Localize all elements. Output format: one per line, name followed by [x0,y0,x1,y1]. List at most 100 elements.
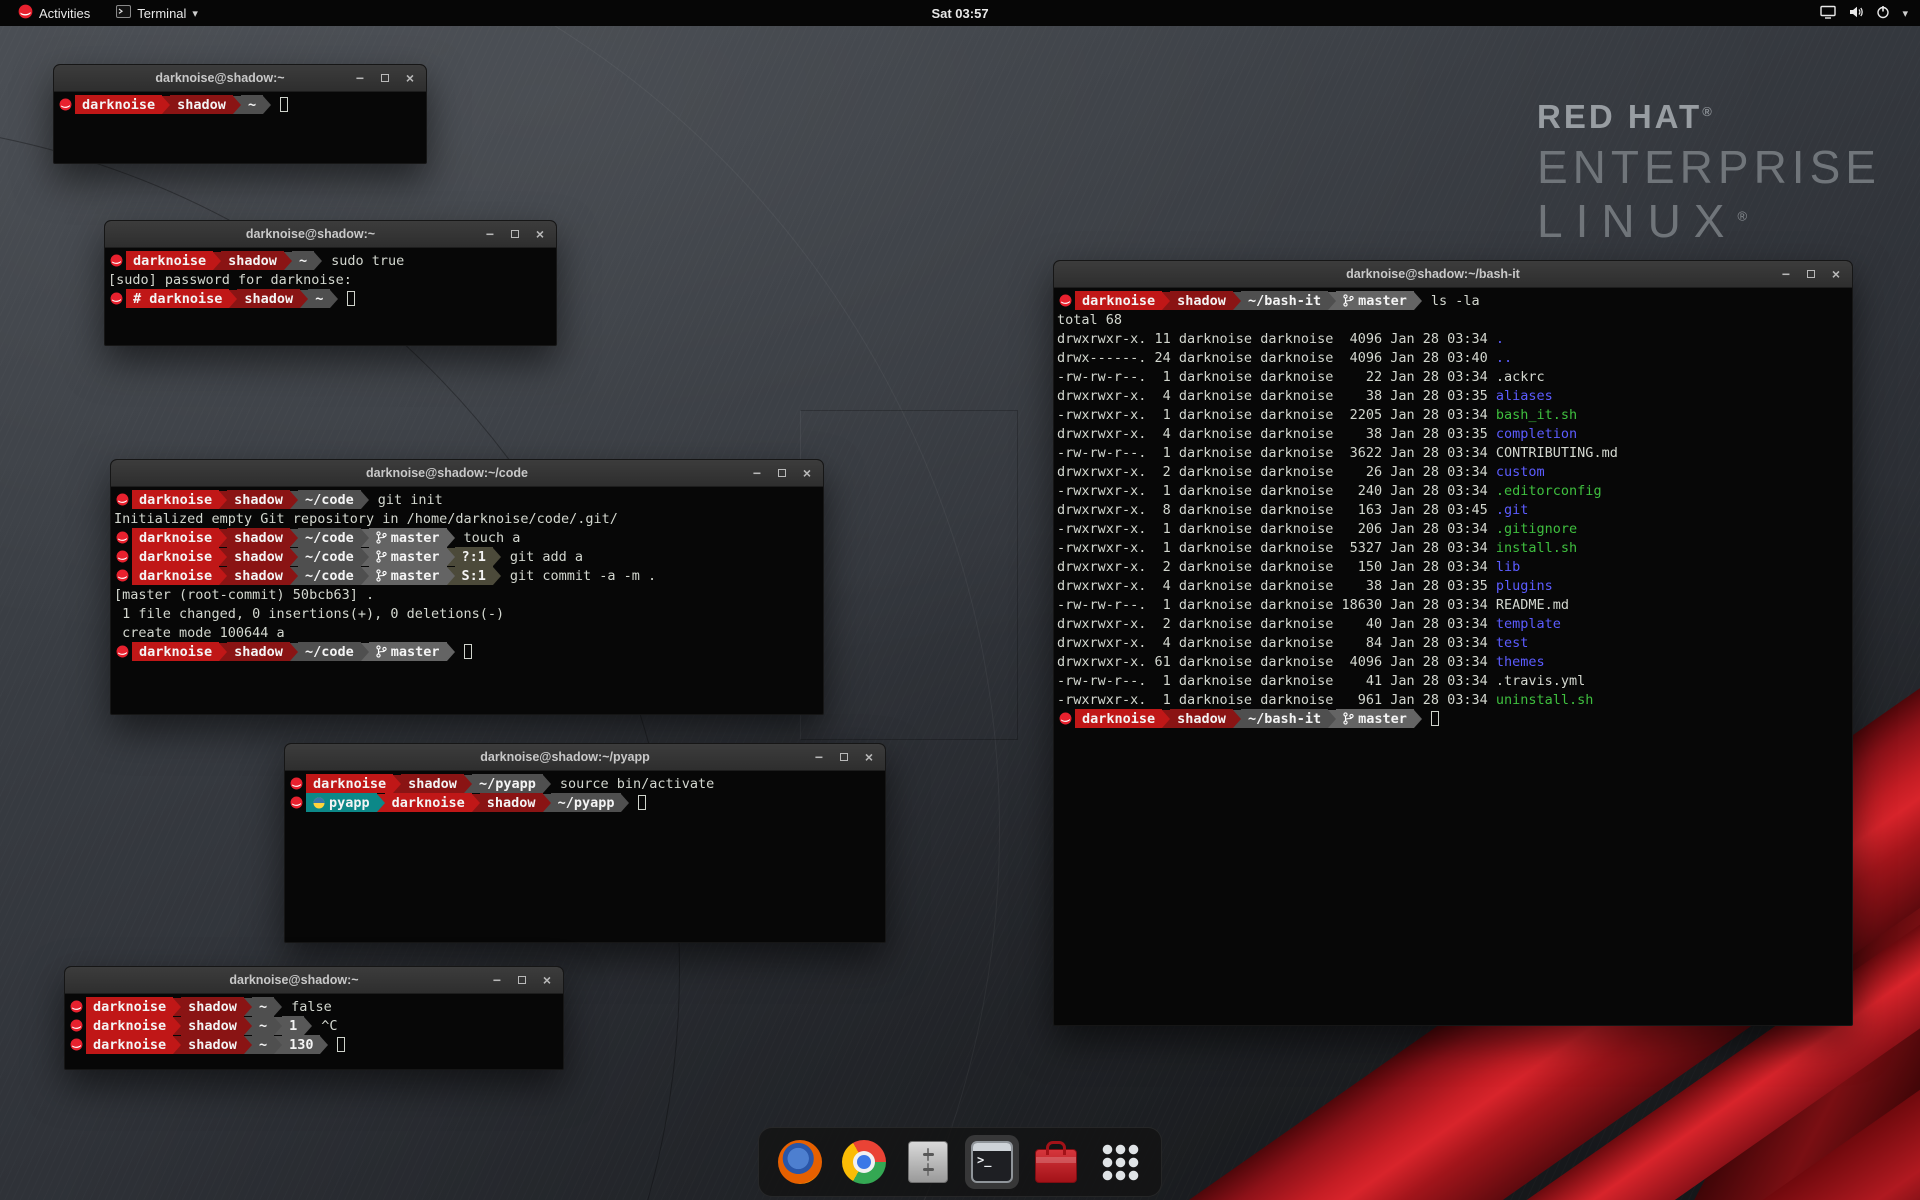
window-titlebar[interactable]: darknoise@shadow:~− × [105,221,556,248]
maximize-button[interactable] [515,967,529,994]
terminal-text: -rwxrwxr-x. 1 darknoise darknoise 961 Ja… [1057,692,1496,708]
dock-item-toolbox[interactable] [1029,1135,1083,1189]
prompt-line: darknoiseshadow~/codemasterS:1git commit… [114,566,820,585]
terminal-app-icon [116,5,131,21]
segment-text: darknoise [1082,711,1155,727]
clock[interactable]: Sat 03:57 [931,6,988,21]
dock-item-chrome[interactable] [837,1135,891,1189]
prompt-line: darknoiseshadow~sudo true [108,251,553,270]
system-status-area[interactable]: ▾ [1808,0,1920,26]
terminal-text: plugins [1496,578,1553,594]
window-title: darknoise@shadow:~/code [151,466,743,480]
segment-text: ~/bash-it [1248,711,1321,727]
maximize-button[interactable] [378,65,392,92]
terminal-content[interactable]: darknoiseshadow~/pyappsource bin/activat… [285,771,885,815]
segment-text: shadow [188,1037,237,1053]
drawer [927,1163,929,1176]
segment-separator-icon [314,252,322,270]
redhat-prompt-icon [116,493,129,506]
maximize-button[interactable] [508,221,522,248]
terminal-text: .git [1496,502,1529,518]
terminal-text: template [1496,616,1561,632]
prompt-segment: master [369,528,447,547]
segment-text: darknoise [93,1037,166,1053]
minimize-button[interactable]: − [490,967,504,994]
minimize-button[interactable]: − [812,744,826,771]
terminal-content[interactable]: darknoiseshadow~sudo true[sudo] password… [105,248,556,311]
terminal-content[interactable]: darknoiseshadow~/codegit initInitialized… [111,487,823,664]
activities-button[interactable]: Activities [8,0,100,26]
segment-separator-icon [377,794,385,812]
minimize-button[interactable]: − [483,221,497,248]
window-titlebar[interactable]: darknoise@shadow:~−× [65,967,563,994]
brand-red-hat: RED HAT® [1537,98,1881,136]
dock-item-terminal[interactable]: >_ [965,1135,1019,1189]
output-line: drwxrwxr-x. 61 darknoise darknoise 4096 … [1057,652,1849,671]
dock-item-firefox[interactable] [773,1135,827,1189]
close-button[interactable]: × [403,65,417,92]
maximize-button[interactable] [1804,261,1818,288]
segment-text: master [391,568,440,584]
segment-text: # darknoise [133,291,222,307]
app-menu-terminal[interactable]: Terminal ▾ [106,0,208,26]
terminal-text: create mode 100644 a [114,625,285,641]
prompt-line: darknoiseshadow~false [68,997,560,1016]
window-title: darknoise@shadow:~ [145,227,476,241]
redhat-prompt-icon [1059,294,1072,307]
segment-text: darknoise [139,492,212,508]
prompt-line: darknoiseshadow~/bash-itmasterls -la [1057,291,1849,310]
window-titlebar[interactable]: darknoise@shadow:~/pyapp−× [285,744,885,771]
window-titlebar[interactable]: darknoise@shadow:~/code− × [111,460,823,487]
minimize-button[interactable]: − [353,65,367,92]
segment-text: shadow [408,776,457,792]
prompt-segment: shadow [181,1016,244,1035]
terminal-content[interactable]: darknoiseshadow~/bash-itmasterls -latota… [1054,288,1852,731]
prompt-segment: master [1336,709,1414,728]
terminal-content[interactable]: darknoiseshadow~ [54,92,426,117]
terminal-content[interactable]: darknoiseshadow~falsedarknoiseshadow~1^C… [65,994,563,1057]
prompt-segment: ~ [252,997,274,1016]
output-line: drwxrwxr-x. 8 darknoise darknoise 163 Ja… [1057,500,1849,519]
dock: >_ [758,1127,1162,1197]
segment-separator-icon [213,252,221,270]
maximize-button[interactable] [837,744,851,771]
terminal-text: drwxrwxr-x. 4 darknoise darknoise 38 Jan… [1057,388,1496,404]
prompt-segment: ~/code [298,490,361,509]
output-line: drwxrwxr-x. 2 darknoise darknoise 26 Jan… [1057,462,1849,481]
segment-separator-icon [244,998,252,1016]
segment-text: ~/pyapp [558,795,615,811]
maximize-button[interactable] [775,460,789,487]
segment-separator-icon [290,491,298,509]
redhat-prompt-icon [59,98,72,111]
segment-separator-icon [361,643,369,661]
toolbox-icon [1035,1149,1077,1183]
terminal-cursor [280,97,288,112]
minimize-button[interactable]: − [1779,261,1793,288]
close-button[interactable]: × [800,460,814,487]
segment-separator-icon [472,794,480,812]
dock-item-appgrid[interactable] [1093,1135,1147,1189]
close-button[interactable]: × [862,744,876,771]
prompt-segment: shadow [181,997,244,1016]
segment-text: darknoise [139,530,212,546]
window-titlebar[interactable]: darknoise@shadow:~−× [54,65,426,92]
segment-separator-icon [304,1017,312,1035]
redhat-prompt-icon [116,645,129,658]
segment-text: ~/code [305,492,354,508]
redhat-prompt-icon [110,292,123,305]
segment-text: ~/code [305,644,354,660]
prompt-segment: shadow [227,566,290,585]
dock-item-files[interactable] [901,1135,955,1189]
close-button[interactable]: × [533,221,547,248]
close-button[interactable]: × [1829,261,1843,288]
prompt-segment: shadow [227,642,290,661]
segment-separator-icon [543,775,551,793]
prompt-line: darknoiseshadow~1^C [68,1016,560,1035]
minimize-button[interactable]: − [750,460,764,487]
window-titlebar[interactable]: darknoise@shadow:~/bash-it−× [1054,261,1852,288]
segment-text: ~ [259,1037,267,1053]
close-button[interactable]: × [540,967,554,994]
segment-text: darknoise [93,999,166,1015]
redhat-prompt-icon [110,254,123,267]
redhat-prompt-icon [116,550,129,563]
